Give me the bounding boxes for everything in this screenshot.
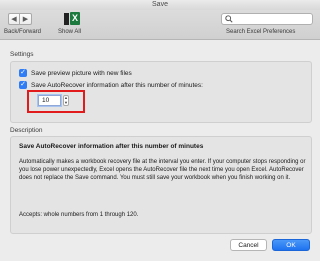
chevron-left-icon: ◀ [11, 16, 17, 23]
search-icon [225, 15, 233, 23]
search-input[interactable] [221, 13, 313, 25]
save-preview-label: Save preview picture with new files [31, 69, 132, 77]
window-titlebar: Save [0, 0, 320, 10]
chevron-right-icon: ▶ [22, 16, 29, 23]
settings-box: ✓ Save preview picture with new files ✓ … [10, 61, 312, 123]
window-title: Save [152, 1, 168, 8]
show-all-label: Show All [58, 29, 82, 35]
back-button[interactable]: ◀ [8, 13, 20, 25]
description-accepts: Accepts: whole numbers from 1 through 12… [19, 212, 139, 218]
excel-icon: X [64, 11, 80, 26]
description-heading: Save AutoRecover information after this … [19, 143, 204, 150]
show-all-button[interactable]: X [57, 11, 87, 26]
autorecover-row[interactable]: ✓ Save AutoRecover information after thi… [19, 81, 203, 89]
save-preview-checkbox[interactable]: ✓ [19, 69, 27, 77]
forward-button[interactable]: ▶ [20, 13, 32, 25]
description-title: Description [10, 127, 43, 134]
cancel-button[interactable]: Cancel [230, 239, 267, 251]
search-label: Search Excel Preferences [226, 29, 296, 35]
description-box: Save AutoRecover information after this … [10, 136, 312, 234]
excel-x-badge: X [70, 12, 80, 25]
toolbar: ◀ ▶ Back/Forward X Show All Search Excel… [0, 10, 320, 40]
back-forward-control: ◀ ▶ [8, 13, 32, 25]
ok-button[interactable]: OK [272, 239, 310, 251]
description-body: Automatically makes a workbook recovery … [19, 159, 306, 181]
autorecover-checkbox[interactable]: ✓ [19, 81, 27, 89]
grid-icon [64, 13, 69, 25]
autorecover-label: Save AutoRecover information after this … [31, 81, 203, 89]
save-preview-row[interactable]: ✓ Save preview picture with new files [19, 69, 132, 77]
back-forward-label: Back/Forward [4, 29, 42, 35]
highlight-box [27, 90, 85, 113]
settings-title: Settings [10, 51, 34, 58]
